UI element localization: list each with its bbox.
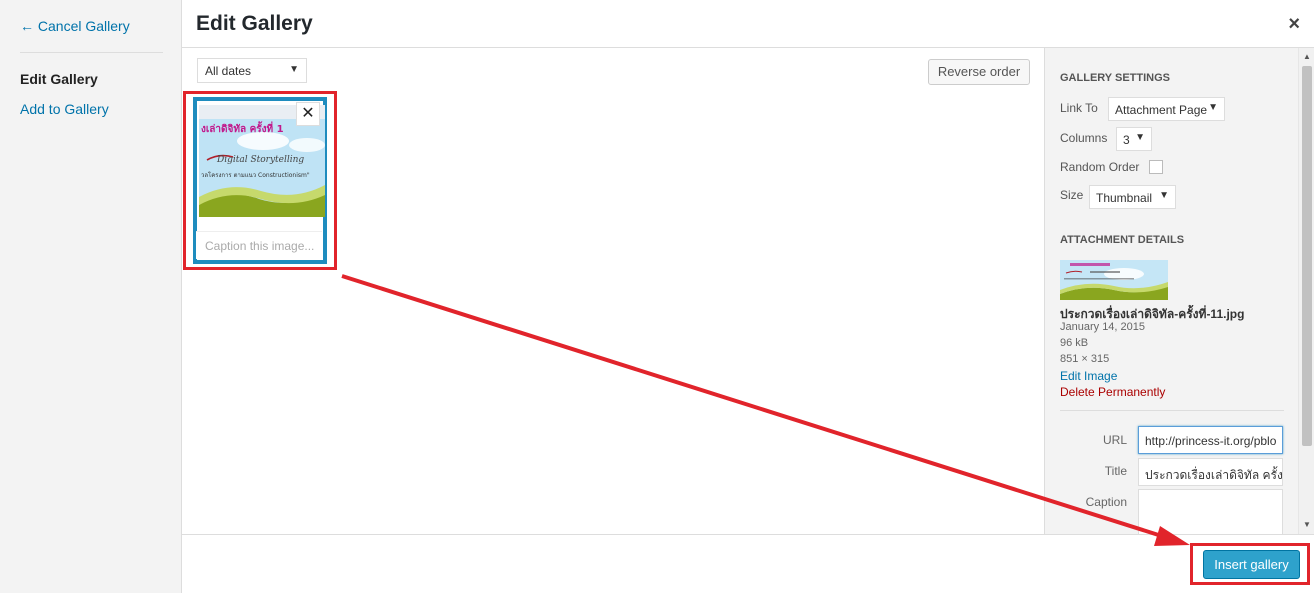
link-to-value: Attachment Page (1115, 103, 1208, 117)
details-thumbnail-image (1060, 260, 1168, 300)
columns-select[interactable]: 3 ▼ (1116, 127, 1152, 151)
settings-sidebar: GALLERY SETTINGS Link To Attachment Page… (1044, 48, 1298, 534)
media-menu: ← Cancel Gallery Edit Gallery Add to Gal… (0, 0, 182, 593)
size-label: Size (1060, 188, 1084, 202)
scroll-down-icon[interactable]: ▼ (1303, 520, 1311, 529)
chevron-down-icon: ▼ (1208, 102, 1218, 113)
cancel-gallery-link[interactable]: ← Cancel Gallery (20, 18, 130, 34)
title-field[interactable]: ประกวดเรื่องเล่าดิจิทัล ครั้งที่ (1138, 458, 1283, 486)
details-divider (1060, 410, 1284, 411)
sidebar-scrollbar[interactable]: ▲ ▼ (1298, 48, 1314, 534)
gallery-settings-heading: GALLERY SETTINGS (1060, 72, 1171, 84)
link-to-select[interactable]: Attachment Page ▼ (1108, 97, 1225, 121)
reverse-order-button[interactable]: Reverse order (928, 59, 1030, 85)
chevron-down-icon: ▼ (1135, 132, 1145, 143)
chevron-down-icon: ▼ (1159, 190, 1169, 201)
title-label: Title (1104, 464, 1127, 478)
menu-item-add-to-gallery[interactable]: Add to Gallery (20, 101, 109, 117)
page-title: Edit Gallery (196, 12, 313, 35)
link-to-label: Link To (1060, 101, 1098, 115)
random-order-checkbox[interactable] (1149, 160, 1163, 174)
close-icon[interactable]: × (1288, 13, 1300, 36)
details-thumbnail (1060, 260, 1168, 300)
delete-permanently-link[interactable]: Delete Permanently (1060, 385, 1165, 399)
attachment-date: January 14, 2015 (1060, 321, 1146, 333)
size-value: Thumbnail (1096, 191, 1153, 205)
scrollbar-thumb[interactable] (1302, 66, 1312, 446)
caption-field[interactable] (1138, 489, 1283, 534)
attachment-details-heading: ATTACHMENT DETAILS (1060, 234, 1185, 246)
modal-footer (182, 534, 1314, 593)
modal-title-bar: Edit Gallery × (182, 0, 1314, 48)
columns-value: 3 (1123, 133, 1130, 147)
chevron-down-icon: ▼ (289, 64, 299, 75)
columns-label: Columns (1060, 131, 1108, 145)
caption-label: Caption (1085, 495, 1127, 509)
annotation-highlight-thumbnail (183, 91, 337, 270)
edit-image-link[interactable]: Edit Image (1060, 369, 1117, 383)
size-select[interactable]: Thumbnail ▼ (1089, 185, 1176, 209)
scroll-up-icon[interactable]: ▲ (1303, 52, 1311, 61)
menu-separator (20, 52, 163, 53)
annotation-highlight-insert (1190, 543, 1310, 585)
url-field[interactable]: http://princess-it.org/pblo (1138, 426, 1283, 454)
url-label: URL (1102, 433, 1127, 447)
attachment-filesize: 96 kB (1060, 337, 1089, 349)
attachment-dimensions: 851 × 315 (1060, 353, 1110, 365)
random-order-label: Random Order (1060, 160, 1140, 174)
date-filter-value: All dates (205, 64, 252, 78)
menu-item-edit-gallery[interactable]: Edit Gallery (20, 71, 98, 87)
date-filter-select[interactable]: All dates ▼ (197, 58, 307, 83)
